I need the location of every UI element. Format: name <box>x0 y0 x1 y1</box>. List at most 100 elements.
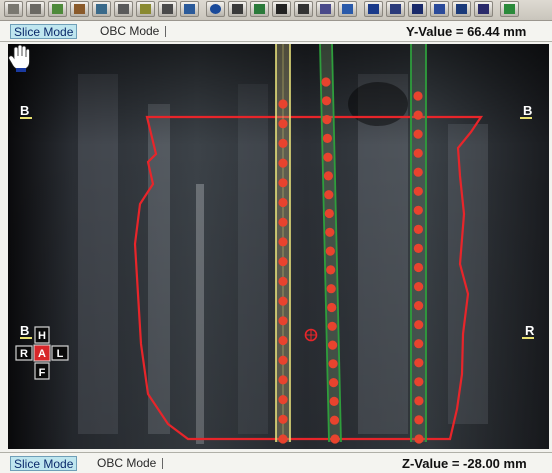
tool-icon <box>342 4 353 14</box>
right-label-bottom: R <box>522 324 535 339</box>
tab-slice-mode-bottom[interactable]: Slice Mode <box>10 456 78 471</box>
toolbar-button-16[interactable] <box>338 1 357 17</box>
seed-marker <box>413 224 423 234</box>
seed-marker <box>278 217 288 227</box>
y-value-readout: Y-Value = 66.44 mm <box>406 24 527 39</box>
seed-marker <box>413 148 423 158</box>
seed-marker <box>413 243 423 253</box>
toolbar-button-12[interactable] <box>250 1 269 17</box>
seed-marker <box>278 178 288 188</box>
seed-marker <box>278 335 288 346</box>
tool-icon <box>298 4 309 14</box>
left-label-top: B <box>20 104 33 119</box>
toolbar-button-22[interactable] <box>474 1 493 17</box>
orient-label-top: H <box>38 330 46 342</box>
toolbar-button-13[interactable] <box>272 1 291 17</box>
toolbar-button-23[interactable] <box>500 1 519 17</box>
seed-marker <box>278 257 288 267</box>
toolbar-button-5[interactable] <box>92 1 111 17</box>
seed-marker <box>329 415 340 425</box>
tool-icon <box>320 4 331 14</box>
tool-icon <box>456 4 467 14</box>
seed-marker <box>414 396 424 406</box>
seed-marker <box>413 205 423 215</box>
seed-marker <box>414 282 424 292</box>
ultrasound-viewport[interactable]: B B B R <box>8 44 549 449</box>
tool-icon <box>162 4 173 14</box>
bottom-mode-bar: Slice Mode OBC Mode Z-Value = -28.00 mm <box>0 452 552 473</box>
seed-marker <box>326 284 336 294</box>
toolbar-button-11[interactable] <box>228 1 247 17</box>
ultrasound-image <box>8 44 549 449</box>
seed-marker <box>278 316 288 326</box>
right-label-top: B <box>520 104 533 119</box>
seed-marker <box>278 99 288 109</box>
toolbar-button-20[interactable] <box>430 1 449 17</box>
seed-marker <box>278 158 288 168</box>
toolbar-button-1[interactable] <box>4 1 23 17</box>
seed-marker <box>278 197 288 208</box>
tab-obc-mode-bottom[interactable]: OBC Mode <box>94 456 164 471</box>
seed-marker <box>278 355 288 365</box>
seed-marker <box>414 415 424 425</box>
tab-obc-mode[interactable]: OBC Mode <box>97 24 167 39</box>
orient-label-center: A <box>38 348 46 360</box>
tool-icon <box>52 4 63 14</box>
orient-label-right: L <box>57 348 64 360</box>
toolbar-button-15[interactable] <box>316 1 335 17</box>
tab-slice-mode[interactable]: Slice Mode <box>10 24 78 39</box>
seed-marker <box>327 321 337 331</box>
toolbar-button-18[interactable] <box>386 1 405 17</box>
seed-marker <box>278 414 288 424</box>
tool-icon <box>478 4 489 14</box>
seed-marker <box>413 91 423 101</box>
seed-marker <box>329 378 339 388</box>
tool-icon <box>74 4 85 14</box>
tool-icon <box>96 4 107 14</box>
seed-marker <box>278 276 288 286</box>
tool-icon <box>232 4 243 14</box>
tool-icon <box>504 4 515 14</box>
target-marker[interactable] <box>304 328 318 342</box>
toolbar-button-21[interactable] <box>452 1 471 17</box>
toolbar-button-10[interactable] <box>206 1 225 17</box>
seed-marker <box>278 434 288 444</box>
orient-label-left: R <box>20 348 28 360</box>
seed-marker <box>414 339 424 349</box>
toolbar-button-14[interactable] <box>294 1 313 17</box>
seed-marker <box>327 302 337 313</box>
toolbar-button-19[interactable] <box>408 1 427 17</box>
seed-marker <box>278 296 288 306</box>
toolbar-button-9[interactable] <box>180 1 199 17</box>
tool-icon <box>184 4 195 14</box>
tool-icon <box>8 4 19 14</box>
seed-marker <box>413 262 424 273</box>
toolbar-button-7[interactable] <box>136 1 155 17</box>
orient-label-bottom: F <box>39 367 46 379</box>
seed-marker <box>413 110 423 120</box>
orientation-cross-icon: H F R L A <box>15 326 69 380</box>
toolbar-button-8[interactable] <box>158 1 177 17</box>
toolbar-button-17[interactable] <box>364 1 383 17</box>
seed-marker <box>322 115 332 125</box>
toolbar-button-4[interactable] <box>70 1 89 17</box>
toolbar-button-3[interactable] <box>48 1 67 17</box>
seed-marker <box>413 129 423 139</box>
seed-marker <box>330 434 340 444</box>
seed-marker <box>278 138 288 148</box>
tool-icon <box>412 4 423 14</box>
seed-marker <box>414 434 424 444</box>
toolbar-button-6[interactable] <box>114 1 133 17</box>
tool-icon <box>140 4 151 14</box>
seed-marker <box>322 133 332 143</box>
seed-marker <box>414 320 424 330</box>
seed-marker <box>323 171 333 181</box>
seed-marker <box>325 246 335 256</box>
top-mode-bar: Slice Mode OBC Mode Y-Value = 66.44 mm <box>0 21 552 42</box>
tool-icon <box>210 4 221 14</box>
seed-marker <box>326 265 336 275</box>
tool-icon <box>254 4 265 14</box>
tool-icon <box>390 4 401 14</box>
toolbar-button-2[interactable] <box>26 1 45 17</box>
seed-marker <box>414 377 424 387</box>
